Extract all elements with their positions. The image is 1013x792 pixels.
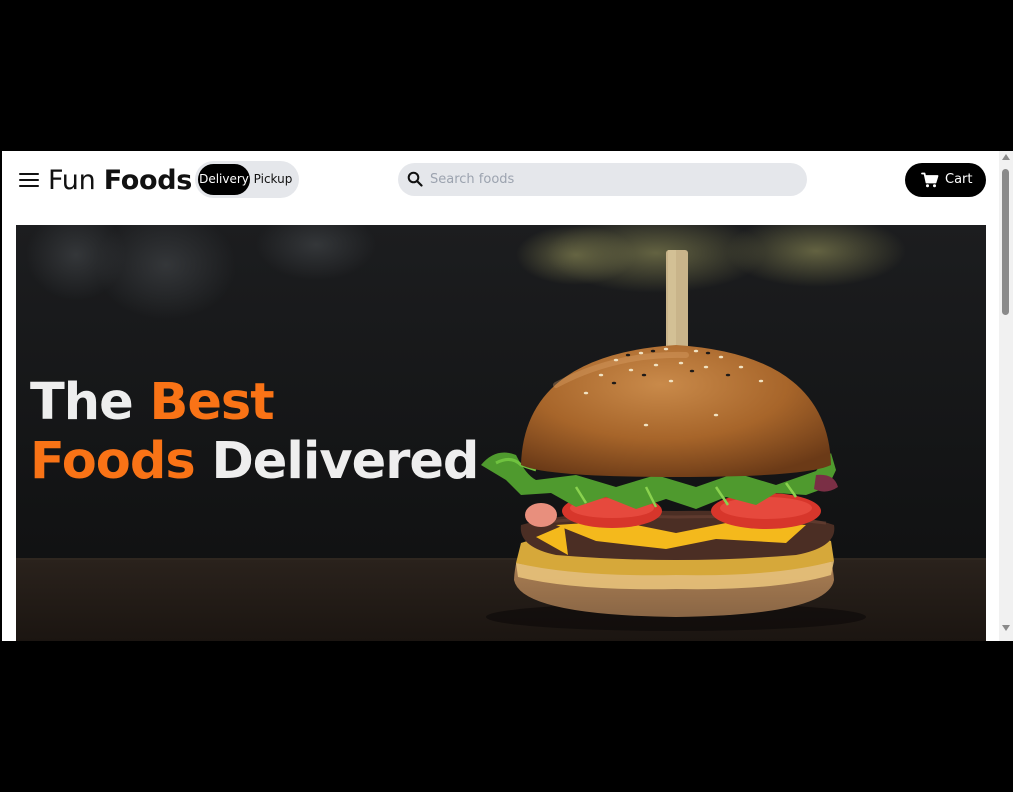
hero-text-the: The <box>30 373 150 432</box>
delivery-pickup-toggle: Delivery Pickup <box>195 161 299 198</box>
logo-text-bold: Foods <box>103 165 193 196</box>
cart-icon <box>921 172 939 188</box>
cart-label: Cart <box>945 172 973 187</box>
search-input[interactable] <box>430 163 790 196</box>
hamburger-menu-icon[interactable] <box>19 171 39 189</box>
hero-headline-line-2: Foods Delivered <box>30 432 479 491</box>
site-logo[interactable]: Fun Foods <box>48 164 192 198</box>
scrollbar-thumb[interactable] <box>1002 169 1009 315</box>
hero-headline: The Best Foods Delivered <box>30 373 479 491</box>
hero-text-foods: Foods <box>30 432 196 491</box>
scroll-down-arrow-icon[interactable] <box>1002 625 1010 631</box>
hero-headline-line-1: The Best <box>30 373 478 432</box>
delivery-button[interactable]: Delivery <box>198 164 250 195</box>
hero-text-delivered: Delivered <box>194 432 479 491</box>
hero-text-best: Best <box>149 373 274 432</box>
scroll-up-arrow-icon[interactable] <box>1002 154 1010 160</box>
browser-viewport: Fun Foods Delivery Pickup Cart <box>2 151 1013 641</box>
search-bar <box>398 163 807 196</box>
vertical-scrollbar[interactable] <box>999 151 1013 641</box>
cart-button[interactable]: Cart <box>905 163 986 197</box>
pickup-button[interactable]: Pickup <box>251 164 295 195</box>
hero-banner: The Best Foods Delivered <box>16 225 986 641</box>
logo-text-light: Fun <box>48 165 96 196</box>
top-navbar: Fun Foods Delivery Pickup Cart <box>2 151 999 213</box>
search-icon <box>407 171 423 187</box>
